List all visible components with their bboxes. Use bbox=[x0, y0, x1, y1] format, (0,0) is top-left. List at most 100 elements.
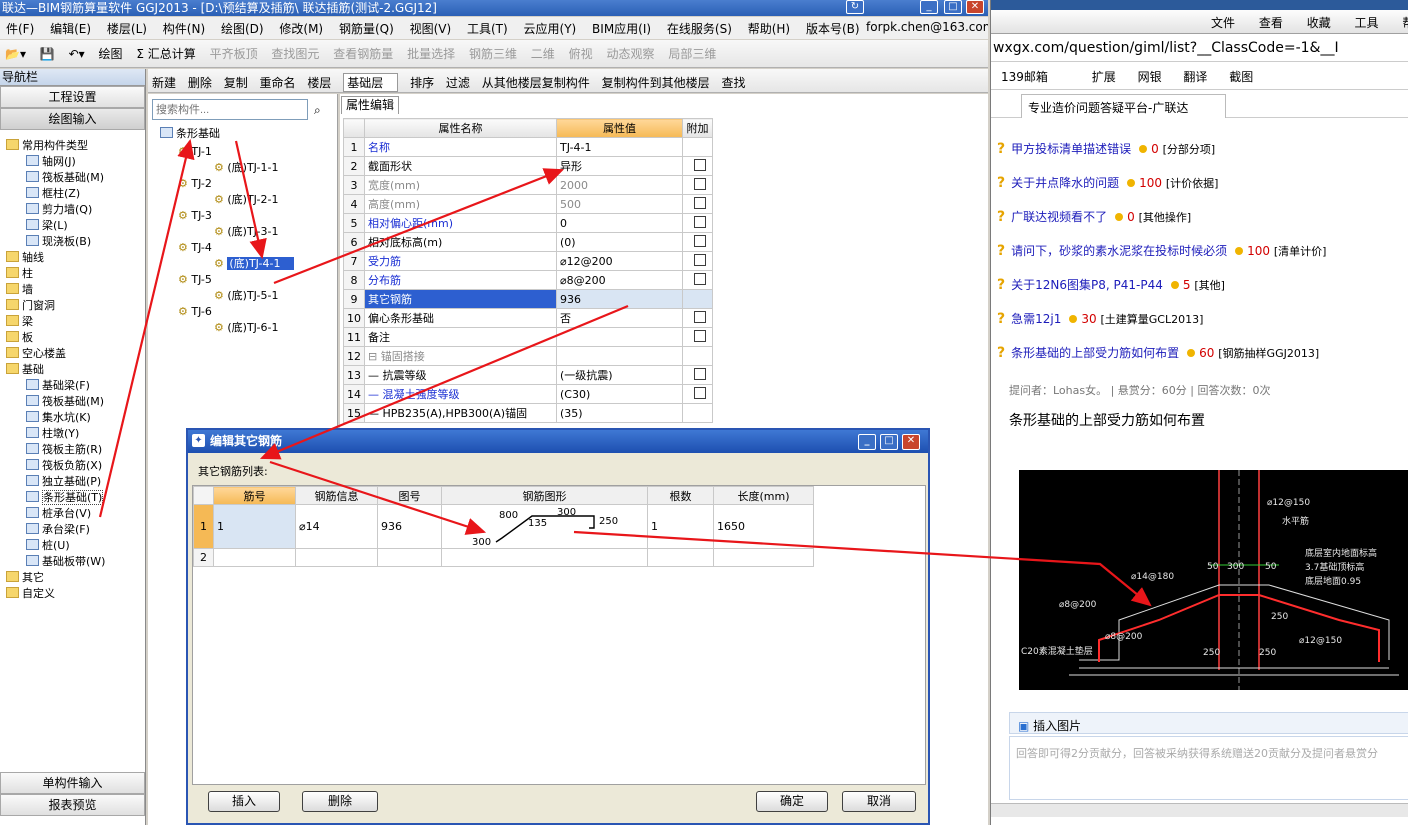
property-row[interactable]: 5 相对偏心距(mm) 0 bbox=[343, 213, 713, 233]
property-value[interactable]: 500 bbox=[556, 194, 683, 214]
nav-item[interactable]: 筏板基础(M) bbox=[26, 170, 104, 186]
list-item[interactable]: ? 关于12N6图集P8, P41-P44 5 [其他] bbox=[997, 276, 1225, 293]
nav-item[interactable]: 框柱(Z) bbox=[26, 186, 80, 202]
property-value[interactable]: TJ-4-1 bbox=[556, 137, 683, 157]
property-value[interactable]: ⌀8@200 bbox=[556, 270, 683, 290]
nav-item[interactable]: 柱墩(Y) bbox=[26, 426, 79, 442]
nav-folder[interactable]: 轴线 bbox=[6, 250, 44, 266]
property-value[interactable]: 2000 bbox=[556, 175, 683, 195]
property-value[interactable]: (35) bbox=[556, 403, 683, 423]
property-value[interactable]: 否 bbox=[556, 308, 683, 328]
copy-button[interactable]: 复制 bbox=[224, 74, 248, 91]
property-row[interactable]: 14— 混凝土强度等级 (C30) bbox=[343, 384, 713, 404]
property-value[interactable]: 0 bbox=[556, 213, 683, 233]
tab-property-edit[interactable]: 属性编辑 bbox=[341, 96, 399, 114]
minimize-button[interactable]: _ bbox=[920, 0, 938, 14]
tree-item[interactable]: ⚙ TJ-1 bbox=[178, 144, 212, 160]
url-text[interactable]: wxgx.com/question/giml/list?__ClassCode=… bbox=[993, 40, 1339, 56]
property-row[interactable]: 11 备注 bbox=[343, 327, 713, 347]
save-icon[interactable]: 💾 bbox=[40, 47, 55, 61]
rename-button[interactable]: 重命名 bbox=[260, 74, 296, 91]
rebar-info-cell[interactable] bbox=[295, 548, 378, 567]
tree-subitem[interactable]: ⚙ (底)TJ-5-1 bbox=[214, 288, 278, 304]
property-row[interactable]: 2 截面形状 异形 bbox=[343, 156, 713, 176]
search-icon[interactable]: ⌕ bbox=[314, 103, 321, 118]
tree-subitem[interactable]: ⚙ (底)TJ-4-1 bbox=[214, 256, 295, 272]
browser-menu-file[interactable]: 文件 bbox=[1211, 16, 1235, 30]
nav-item[interactable]: 基础梁(F) bbox=[26, 378, 90, 394]
tree-item[interactable]: ⚙ TJ-3 bbox=[178, 208, 212, 224]
menu-item-bim[interactable]: BIM应用(I) bbox=[586, 17, 657, 39]
question-title[interactable]: 关于井点降水的问题 bbox=[1011, 176, 1119, 190]
nav-folder[interactable]: 门窗洞 bbox=[6, 298, 55, 314]
nav-folder[interactable]: 空心楼盖 bbox=[6, 346, 66, 362]
property-row[interactable]: 1 名称 TJ-4-1 bbox=[343, 137, 713, 157]
property-row[interactable]: 7 受力筋 ⌀12@200 bbox=[343, 251, 713, 271]
view-rebar-button[interactable]: 查看钢筋量 bbox=[333, 45, 393, 62]
extra-checkbox[interactable] bbox=[694, 310, 706, 323]
draw-input-button[interactable]: 绘图输入 bbox=[0, 108, 145, 130]
delete-row-button[interactable]: 删除 bbox=[302, 791, 378, 812]
nav-folder[interactable]: 基础 bbox=[6, 362, 44, 378]
rebar-shape-cell[interactable] bbox=[441, 548, 648, 567]
nav-item[interactable]: 桩(U) bbox=[26, 538, 70, 554]
menu-item-rebar[interactable]: 钢筋量(Q) bbox=[333, 17, 400, 39]
close-button[interactable]: ✕ bbox=[966, 0, 984, 14]
nav-item[interactable]: 承台梁(F) bbox=[26, 522, 90, 538]
property-value[interactable] bbox=[556, 327, 683, 347]
property-row[interactable]: 13— 抗震等级 (一级抗震) bbox=[343, 365, 713, 385]
report-preview-button[interactable]: 报表预览 bbox=[0, 794, 145, 816]
find-button[interactable]: 查找 bbox=[721, 74, 745, 91]
nav-item[interactable]: 筏板主筋(R) bbox=[26, 442, 102, 458]
table-row[interactable]: 1 1 ⌀14 936 800 135 300 250 300 1 1650 bbox=[193, 504, 814, 549]
length-cell[interactable] bbox=[713, 548, 814, 567]
extra-checkbox[interactable] bbox=[694, 386, 706, 399]
extra-checkbox[interactable] bbox=[694, 329, 706, 342]
copy-to-floor-button[interactable]: 复制构件到其他楼层 bbox=[602, 74, 710, 91]
nav-folder[interactable]: 梁 bbox=[6, 314, 33, 330]
nav-folder[interactable]: 常用构件类型 bbox=[6, 138, 88, 154]
delete-button[interactable]: 删除 bbox=[188, 74, 212, 91]
property-value[interactable]: 936 bbox=[556, 289, 683, 309]
browser-tab[interactable]: 专业造价问题答疑平台-广联达 bbox=[1021, 94, 1226, 118]
tree-subitem[interactable]: ⚙ (底)TJ-6-1 bbox=[214, 320, 278, 336]
menu-item-tools[interactable]: 工具(T) bbox=[461, 17, 514, 39]
menu-item-file[interactable]: 件(F) bbox=[0, 17, 40, 39]
list-item[interactable]: ? 关于井点降水的问题 100 [计价依据] bbox=[997, 174, 1218, 191]
extra-checkbox[interactable] bbox=[694, 253, 706, 266]
floor-select[interactable]: 基础层 bbox=[343, 73, 399, 92]
tree-item[interactable]: ⚙ TJ-5 bbox=[178, 272, 212, 288]
filter-button[interactable]: 过滤 bbox=[446, 74, 470, 91]
browser-menu-tools[interactable]: 工具 bbox=[1355, 16, 1379, 30]
align-top-button[interactable]: 平齐板顶 bbox=[210, 45, 258, 62]
property-row[interactable]: 8 分布筋 ⌀8@200 bbox=[343, 270, 713, 290]
rebar-info-cell[interactable]: ⌀14 bbox=[295, 504, 378, 549]
single-input-button[interactable]: 单构件输入 bbox=[0, 772, 145, 794]
menu-item-component[interactable]: 构件(N) bbox=[157, 17, 211, 39]
list-item[interactable]: ? 急需12j1 30 [土建算量GCL2013] bbox=[997, 310, 1203, 327]
nav-item[interactable]: 基础板带(W) bbox=[26, 554, 105, 570]
project-settings-button[interactable]: 工程设置 bbox=[0, 86, 145, 108]
nav-item[interactable]: 条形基础(T) bbox=[26, 490, 104, 506]
nav-folder[interactable]: 自定义 bbox=[6, 586, 55, 602]
property-value[interactable]: (0) bbox=[556, 232, 683, 252]
extra-checkbox[interactable] bbox=[694, 196, 706, 209]
list-item[interactable]: ? 条形基础的上部受力筋如何布置 60 [钢筋抽样GGJ2013] bbox=[997, 344, 1319, 361]
property-row[interactable]: 12 ⊟ 锚固搭接 bbox=[343, 346, 713, 366]
nav-item[interactable]: 轴网(J) bbox=[26, 154, 76, 170]
new-button[interactable]: 新建 bbox=[152, 74, 176, 91]
draw-button[interactable]: 绘图 bbox=[98, 45, 122, 62]
cancel-button[interactable]: 取消 bbox=[842, 791, 916, 812]
figure-no-cell[interactable] bbox=[377, 548, 442, 567]
nav-folder[interactable]: 墙 bbox=[6, 282, 33, 298]
nav-folder[interactable]: 其它 bbox=[6, 570, 44, 586]
tree-subitem[interactable]: ⚙ (底)TJ-2-1 bbox=[214, 192, 278, 208]
question-title[interactable]: 甲方投标清单描述错误 bbox=[1011, 142, 1131, 156]
nav-item[interactable]: 筏板基础(M) bbox=[26, 394, 104, 410]
nav-folder[interactable]: 柱 bbox=[6, 266, 33, 282]
horizontal-scrollbar[interactable] bbox=[991, 803, 1408, 817]
menu-item-draw[interactable]: 绘图(D) bbox=[215, 17, 270, 39]
tree-item[interactable]: ⚙ TJ-2 bbox=[178, 176, 212, 192]
menu-item-version[interactable]: 版本号(B) bbox=[800, 17, 866, 39]
nav-folder[interactable]: 板 bbox=[6, 330, 33, 346]
